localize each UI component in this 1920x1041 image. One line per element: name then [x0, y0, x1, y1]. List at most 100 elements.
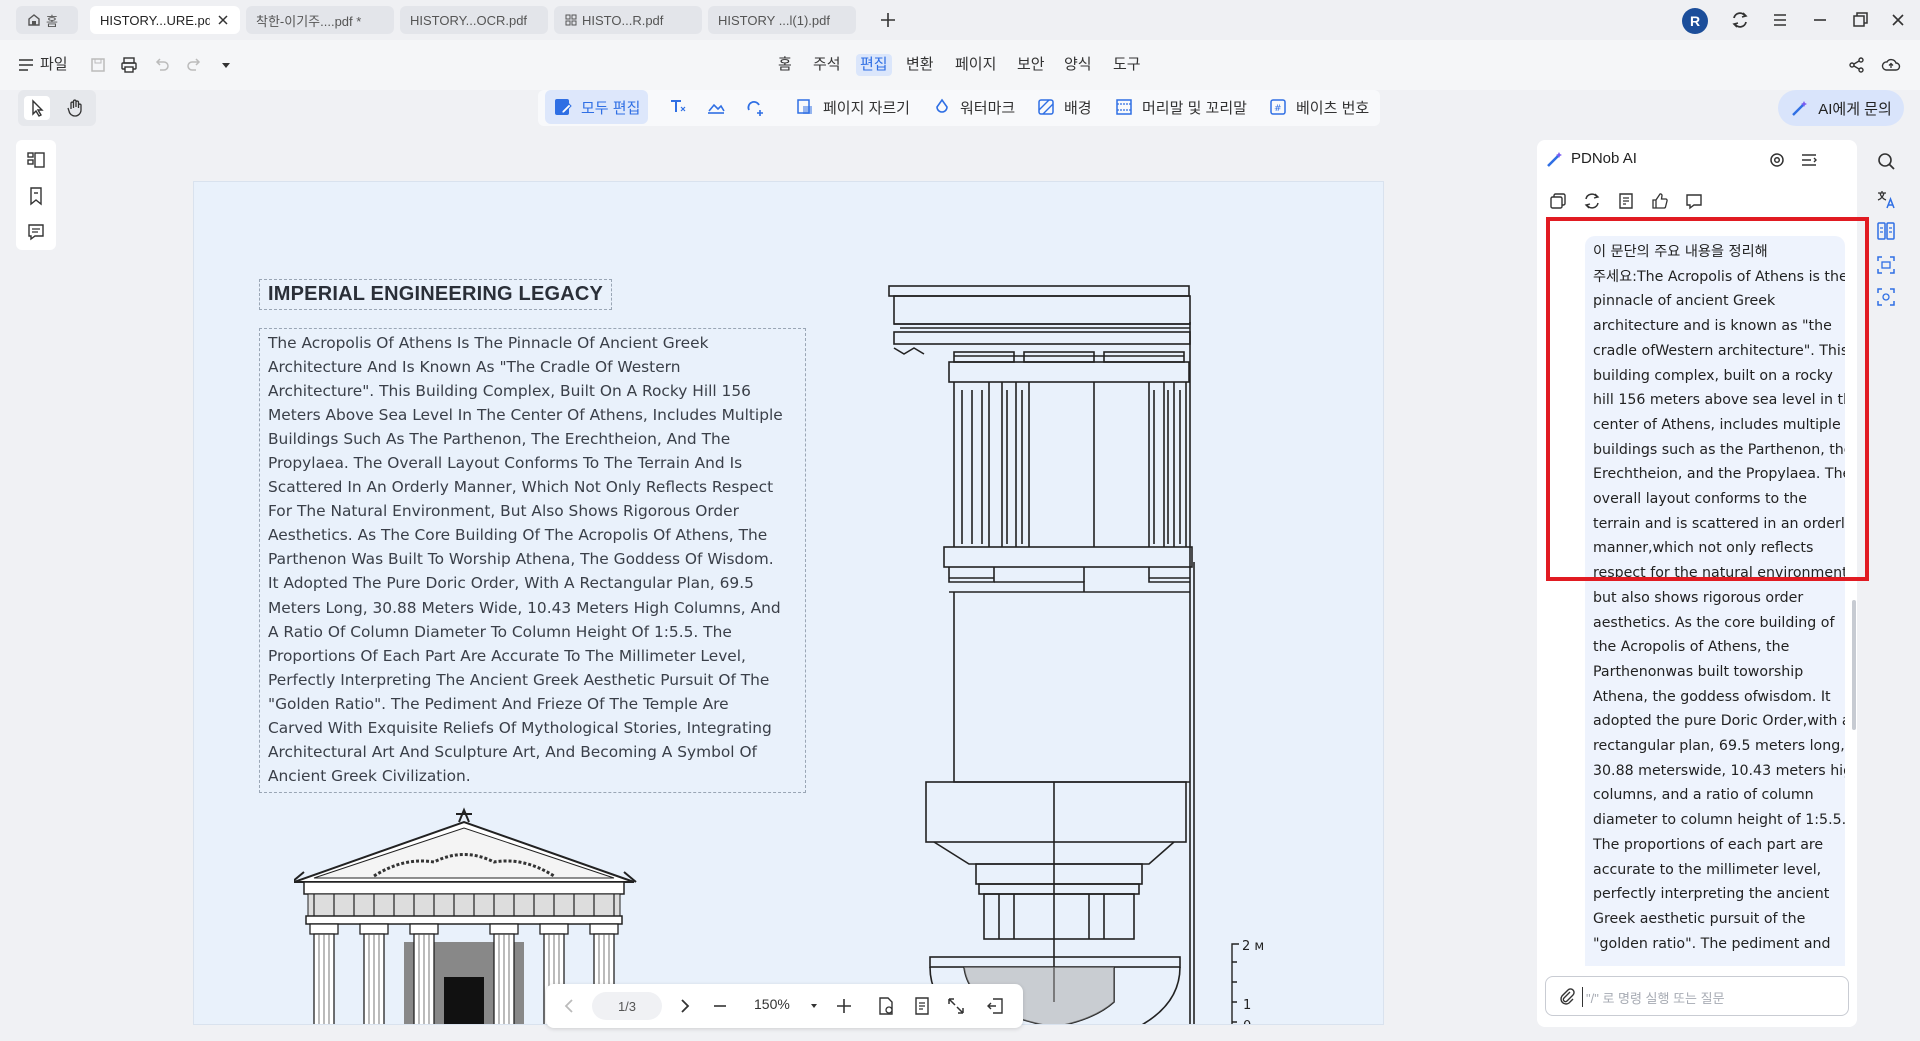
menu-security[interactable]: 보안: [1017, 54, 1045, 76]
fit-page-button[interactable]: [874, 994, 898, 1018]
tab-document[interactable]: HISTORY...OCR.pdf: [400, 6, 548, 34]
restore-button[interactable]: [1848, 8, 1872, 32]
zoom-level[interactable]: 150%: [754, 996, 790, 1012]
menu-convert[interactable]: 변환: [906, 54, 934, 76]
edit-all-button[interactable]: 모두 편집: [545, 90, 649, 124]
attach-button[interactable]: [1556, 986, 1578, 1008]
minimize-button[interactable]: [1808, 8, 1832, 32]
note-icon: [1619, 193, 1633, 209]
ai-chat-input[interactable]: "/" 로 명령 실행 또는 질문: [1545, 976, 1849, 1016]
header-footer-label: 머리말 및 꼬리말: [1142, 99, 1247, 117]
exit-view-button[interactable]: [984, 994, 1008, 1018]
menu-bar: 파일 홈 주석 편집 변환 페이지 보안 양식 도구: [0, 40, 1920, 90]
file-menu-label: 파일: [40, 56, 68, 73]
plus-icon: [837, 999, 851, 1013]
body-line: Parthenon Was Built To Worship Athena, T…: [268, 550, 774, 569]
tab-home[interactable]: 홈: [16, 6, 78, 34]
zoom-in-button[interactable]: [832, 994, 856, 1018]
avatar[interactable]: R: [1682, 8, 1708, 34]
document-body-textbox[interactable]: The Acropolis Of Athens Is The Pinnacle …: [259, 328, 806, 793]
thumbs-up-button[interactable]: [1649, 190, 1671, 212]
translate-icon: [1877, 191, 1895, 209]
print-button[interactable]: [117, 53, 141, 77]
tab-document-active[interactable]: HISTORY...URE.pdf: [90, 6, 240, 34]
add-image-button[interactable]: [706, 90, 734, 124]
regenerate-button[interactable]: [1581, 190, 1603, 212]
undo-button[interactable]: [150, 53, 174, 77]
quick-access-dropdown[interactable]: [214, 53, 238, 77]
ai-compare-button[interactable]: [1875, 220, 1897, 242]
cloud-button[interactable]: [1879, 53, 1903, 77]
home-icon: [26, 12, 42, 28]
insert-note-button[interactable]: [1615, 190, 1637, 212]
share-button[interactable]: [1845, 53, 1869, 77]
add-link-button[interactable]: [745, 90, 773, 124]
file-menu[interactable]: 파일: [18, 54, 68, 76]
page-number-input[interactable]: 1/3: [592, 992, 662, 1020]
speech-bubble-icon: [1686, 194, 1702, 210]
background-icon: [1036, 97, 1056, 117]
tab-document[interactable]: 착한-이기주....pdf *: [246, 6, 394, 34]
close-icon[interactable]: [216, 13, 230, 27]
add-text-button[interactable]: [667, 90, 695, 124]
fit-width-button[interactable]: [910, 994, 934, 1018]
body-line: Meters Above Sea Level In The Center Of …: [268, 406, 783, 425]
select-tool-button[interactable]: [24, 96, 50, 120]
tab-document[interactable]: HISTO...R.pdf: [554, 6, 702, 34]
redo-button[interactable]: [182, 53, 206, 77]
screenshot-button[interactable]: [1875, 286, 1897, 308]
translate-button[interactable]: [1875, 188, 1897, 210]
message-line: Greek aesthetic pursuit of the: [1593, 910, 1806, 927]
right-toolbar: [1868, 140, 1904, 340]
menu-annotate[interactable]: 주석: [813, 54, 841, 76]
tab-document[interactable]: HISTORY ...l(1).pdf: [708, 6, 856, 34]
chevron-right-icon: [681, 999, 690, 1013]
bookmarks-button[interactable]: [24, 184, 48, 208]
message-line: adopted the pure Doric Order,with a: [1593, 713, 1845, 730]
thumbnails-button[interactable]: [24, 148, 48, 172]
document-title[interactable]: IMPERIAL ENGINEERING LEGACY: [259, 279, 613, 310]
crop-page-button[interactable]: 페이지 자르기: [795, 90, 910, 124]
body-line: For The Natural Environment, But Also Sh…: [268, 502, 739, 521]
new-tab-button[interactable]: [876, 8, 900, 32]
bates-number-button[interactable]: # 베이츠 번호: [1268, 90, 1369, 124]
zoom-dropdown[interactable]: [802, 994, 826, 1018]
menu-edit[interactable]: 편집: [856, 54, 892, 76]
feedback-button[interactable]: [1683, 190, 1705, 212]
prev-page-button[interactable]: [558, 994, 582, 1018]
menu-home[interactable]: 홈: [778, 54, 792, 76]
collapse-panel-button[interactable]: [1797, 148, 1821, 172]
search-button[interactable]: [1875, 150, 1897, 172]
watermark-button[interactable]: 워터마크: [932, 90, 1015, 124]
message-line: Parthenonwas built toworship: [1593, 663, 1804, 680]
minus-icon: [714, 1005, 726, 1007]
doric-order-illustration: 2 м 1 0: [888, 285, 1264, 1024]
menu-page[interactable]: 페이지: [955, 54, 996, 76]
ocr-scan-button[interactable]: [1875, 254, 1897, 276]
header-footer-button[interactable]: 머리말 및 꼬리말: [1114, 90, 1247, 124]
save-button[interactable]: [86, 53, 110, 77]
copy-button[interactable]: [1547, 190, 1569, 212]
next-page-button[interactable]: [672, 994, 696, 1018]
ask-ai-button[interactable]: AI에게 문의: [1778, 90, 1904, 126]
close-window-button[interactable]: [1886, 8, 1910, 32]
collapse-icon: [1802, 154, 1817, 166]
menu-form[interactable]: 양식: [1064, 54, 1092, 76]
menu-button[interactable]: [1768, 8, 1792, 32]
tab-label: HISTORY...OCR.pdf: [410, 12, 528, 28]
share-icon: [1849, 57, 1864, 73]
ai-panel-scrollbar[interactable]: [1852, 600, 1856, 730]
print-icon: [121, 57, 137, 73]
bookmark-icon: [30, 187, 42, 206]
hand-tool-button[interactable]: [62, 96, 88, 120]
ai-settings-button[interactable]: [1765, 148, 1789, 172]
sync-button[interactable]: [1728, 8, 1752, 32]
comments-button[interactable]: [24, 220, 48, 244]
hand-icon: [67, 99, 82, 117]
zoom-out-button[interactable]: [708, 994, 732, 1018]
menu-tools[interactable]: 도구: [1113, 54, 1141, 76]
background-button[interactable]: 배경: [1036, 90, 1092, 124]
caret-down-icon: [811, 1004, 817, 1008]
highlight-box: [1546, 217, 1869, 581]
fullscreen-button[interactable]: [944, 994, 968, 1018]
